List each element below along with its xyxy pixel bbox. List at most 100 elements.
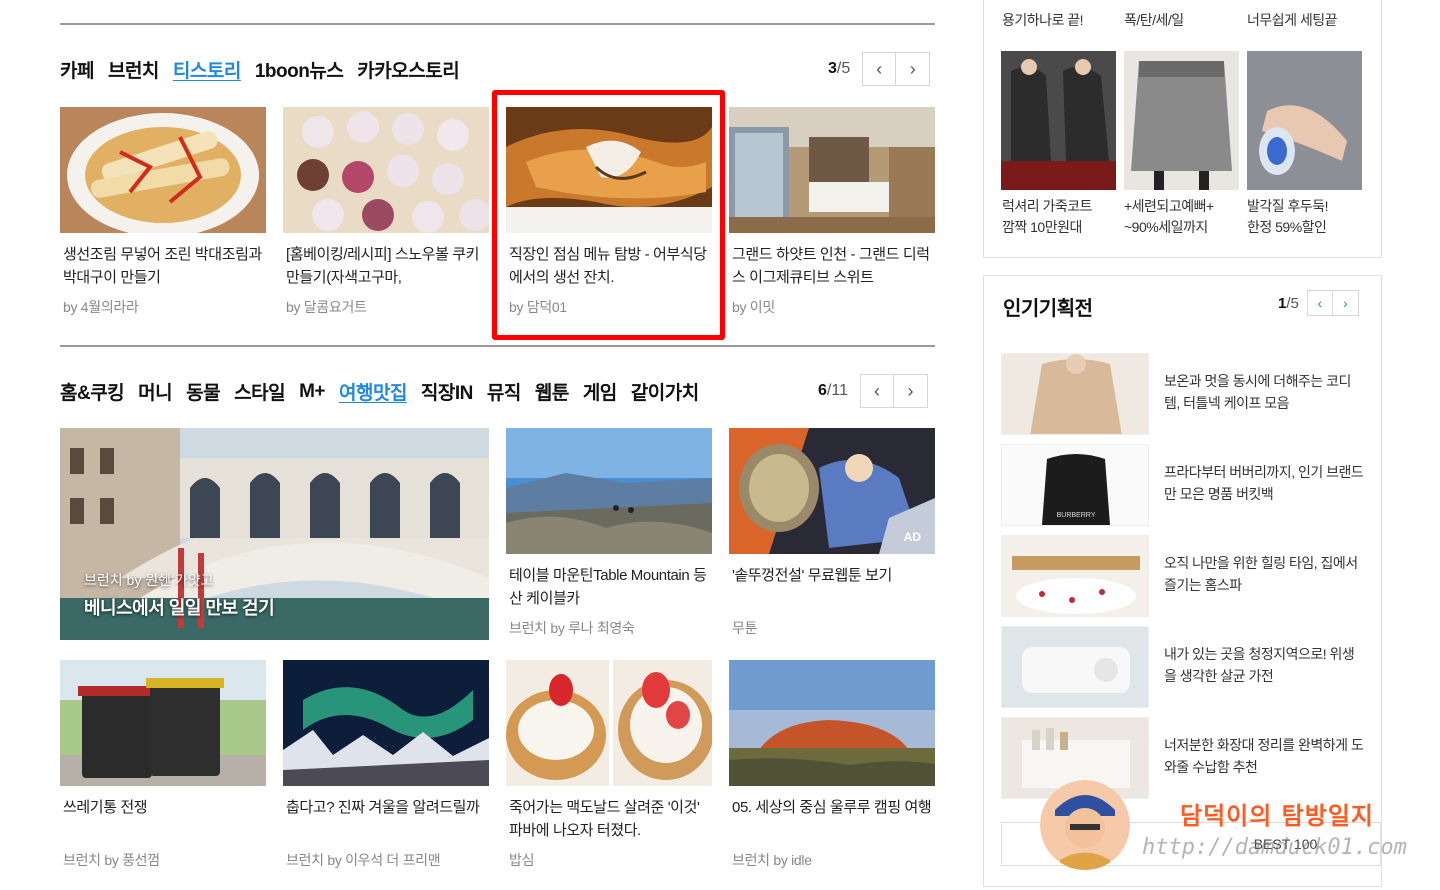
card-thumbnail bbox=[60, 107, 266, 233]
tab-music[interactable]: 뮤직 bbox=[487, 378, 521, 405]
section1-tabs: 카페 브런치 티스토리 1boon뉴스 카카오스토리 bbox=[60, 56, 473, 83]
card-title: 쓰레기통 전쟁 bbox=[63, 799, 148, 816]
story-card[interactable]: 생선조림 무넣어 조린 박대조림과 박대구이 만들기 by 4월의라라 bbox=[60, 107, 266, 317]
tab-cafe[interactable]: 카페 bbox=[60, 56, 94, 83]
ad-card[interactable]: AD '솥뚜껑전설' 무료웹툰 보기 무툰 bbox=[729, 428, 935, 638]
shopping-item-text[interactable]: +세련되고예뻐+ ~90%세일까지 bbox=[1124, 196, 1214, 238]
tab-home-cooking[interactable]: 홈&쿠킹 bbox=[60, 378, 125, 405]
shopping-item-line1: +세련되고예뻐+ bbox=[1124, 198, 1214, 214]
tab-brunch[interactable]: 브런치 bbox=[108, 56, 159, 83]
prev-button[interactable]: ‹ bbox=[1306, 290, 1333, 316]
tab-style[interactable]: 스타일 bbox=[234, 378, 285, 405]
tab-kakaostory[interactable]: 카카오스토리 bbox=[357, 56, 459, 83]
story-card[interactable]: [홈베이킹/레시피] 스노우볼 쿠키 만들기(자색고구마, by 달콤요거트 bbox=[283, 107, 489, 317]
popular-item[interactable]: 너저분한 화장대 정리를 완벽하게 도와줄 수납함 추천 bbox=[1001, 717, 1381, 799]
section1-page-count: 3/5 bbox=[828, 60, 850, 78]
next-button[interactable]: › bbox=[1332, 290, 1359, 316]
card-thumbnail: AD bbox=[729, 428, 935, 554]
tab-tistory[interactable]: 티스토리 bbox=[173, 56, 241, 83]
story-card[interactable]: 쓰레기통 전쟁 브런치 by 풍선껌 bbox=[60, 660, 266, 870]
page-total: /11 bbox=[826, 382, 848, 399]
chevron-right-icon: › bbox=[907, 380, 914, 401]
card-author: 브런치 by 이우석 더 프리맨 bbox=[286, 852, 441, 868]
featured-author: 브런치 by 원헨 가얏고 bbox=[84, 572, 214, 588]
tab-travel-food[interactable]: 여행맛집 bbox=[339, 378, 407, 405]
page-total: /5 bbox=[1286, 294, 1299, 312]
story-card[interactable]: 죽어가는 맥도날드 살려준 '이것' 파바에 나오자 터졌다. 밥심 bbox=[506, 660, 712, 870]
card-thumbnail bbox=[283, 107, 489, 233]
card-author: 밥심 bbox=[509, 852, 535, 868]
popular-item[interactable]: 내가 있는 곳을 청정지역으로! 위생을 생각한 살균 가전 bbox=[1001, 626, 1381, 708]
section2-pager: 6/11 ‹ › bbox=[818, 374, 928, 408]
popular-item[interactable]: BURBERRY 프라다부터 버버리까지, 인기 브랜드만 모은 명품 버킷백 bbox=[1001, 444, 1381, 526]
chevron-right-icon: › bbox=[1343, 295, 1348, 311]
popular-item-text: 오직 나만을 위한 힐링 타임, 집에서 즐기는 홈스파 bbox=[1164, 555, 1358, 593]
story-card[interactable]: 05. 세상의 중심 울루루 캠핑 여행 브런치 by idle bbox=[729, 660, 935, 870]
popular-thumbnail bbox=[1001, 353, 1149, 435]
popular-pager: 1/5 ‹ › bbox=[1278, 290, 1359, 316]
chevron-left-icon: ‹ bbox=[873, 380, 880, 401]
popular-title: 인기기획전 bbox=[1003, 298, 1093, 320]
card-title: 생선조림 무넣어 조린 박대조림과 박대구이 만들기 bbox=[63, 246, 262, 286]
prev-button[interactable]: ‹ bbox=[862, 52, 897, 86]
ad-badge: AD bbox=[903, 530, 921, 544]
card-thumbnail bbox=[729, 660, 935, 786]
section2-top-divider bbox=[60, 345, 935, 347]
watermark-title: 담덕이의 탐방일지 bbox=[1180, 801, 1374, 830]
featured-story[interactable]: 브런치 by 원헨 가얏고 베니스에서 일일 만보 걷기 bbox=[60, 428, 489, 640]
shopping-thumbnail[interactable] bbox=[1247, 51, 1362, 190]
tab-work-in[interactable]: 직장IN bbox=[421, 378, 473, 405]
chevron-left-icon: ‹ bbox=[1317, 295, 1323, 311]
shopping-item-text[interactable]: 발각질 후두둑! 한정 59%할인 bbox=[1247, 196, 1329, 238]
tab-animals[interactable]: 동물 bbox=[186, 378, 220, 405]
shopping-thumbnail[interactable] bbox=[1001, 51, 1116, 190]
shopping-item-text[interactable]: 럭셔리 가죽코트 깜짝 10만원대 bbox=[1002, 196, 1093, 238]
shopping-thumbnail[interactable] bbox=[1124, 51, 1239, 190]
tab-money[interactable]: 머니 bbox=[138, 378, 172, 405]
next-button[interactable]: › bbox=[896, 52, 931, 86]
section2-page-count: 6/11 bbox=[818, 382, 848, 400]
card-title: [홈베이킹/레시피] 스노우볼 쿠키 만들기(자색고구마, bbox=[286, 246, 480, 286]
popular-item[interactable]: 보온과 멋을 동시에 더해주는 코디템, 터틀넥 케이프 모음 bbox=[1001, 353, 1381, 435]
shopping-top-text: 너무쉽게 세팅끝 bbox=[1247, 12, 1338, 28]
shopping-item-line1: 럭셔리 가죽코트 bbox=[1002, 198, 1093, 214]
popular-page-count: 1/5 bbox=[1278, 295, 1299, 312]
next-button[interactable]: › bbox=[893, 374, 928, 408]
story-card[interactable]: 춥다고? 진짜 겨울을 알려드릴까 브런치 by 이우석 더 프리맨 bbox=[283, 660, 489, 870]
card-thumbnail bbox=[506, 428, 712, 554]
popular-item-text: 너저분한 화장대 정리를 완벽하게 도와줄 수납함 추천 bbox=[1164, 737, 1364, 775]
section1-top-divider bbox=[60, 23, 935, 25]
popular-item-text: 프라다부터 버버리까지, 인기 브랜드만 모은 명품 버킷백 bbox=[1164, 464, 1364, 502]
card-title: 죽어가는 맥도날드 살려준 '이것' 파바에 나오자 터졌다. bbox=[509, 799, 700, 839]
tab-1boon-news[interactable]: 1boon뉴스 bbox=[255, 56, 344, 83]
card-title: 춥다고? 진짜 겨울을 알려드릴까 bbox=[286, 799, 480, 816]
prev-button[interactable]: ‹ bbox=[859, 374, 894, 408]
popular-item[interactable]: 오직 나만을 위한 힐링 타임, 집에서 즐기는 홈스파 bbox=[1001, 535, 1381, 617]
popular-thumbnail bbox=[1001, 535, 1149, 617]
card-thumbnail bbox=[283, 660, 489, 786]
highlight-box bbox=[492, 90, 725, 340]
tab-game[interactable]: 게임 bbox=[583, 378, 617, 405]
shopping-top-text: 용기하나로 끝! bbox=[1002, 12, 1084, 28]
section2-tabs: 홈&쿠킹 머니 동물 스타일 M+ 여행맛집 직장IN 뮤직 웹툰 게임 같이가… bbox=[60, 378, 713, 405]
card-thumbnail bbox=[729, 107, 935, 233]
card-author: 무툰 bbox=[732, 620, 758, 636]
card-thumbnail bbox=[506, 660, 712, 786]
tab-m-plus[interactable]: M+ bbox=[299, 381, 325, 403]
featured-title: 베니스에서 일일 만보 걷기 bbox=[84, 598, 275, 618]
bag-brand-label: BURBERRY bbox=[1057, 512, 1096, 519]
page-total: /5 bbox=[836, 60, 851, 77]
card-thumbnail bbox=[60, 660, 266, 786]
card-title: 테이블 마운틴Table Mountain 등산 케이블카 bbox=[509, 567, 707, 607]
tab-together-value[interactable]: 같이가치 bbox=[631, 378, 699, 405]
card-title: 그랜드 하얏트 인천 - 그랜드 디럭스 이그제큐티브 스위트 bbox=[732, 246, 930, 286]
story-card[interactable]: 그랜드 하얏트 인천 - 그랜드 디럭스 이그제큐티브 스위트 by 이밋 bbox=[729, 107, 935, 317]
page-current: 6 bbox=[818, 382, 827, 399]
popular-thumbnail bbox=[1001, 626, 1149, 708]
shopping-top-text: 폭/탄/세/일 bbox=[1124, 12, 1184, 28]
section1-pager: 3/5 ‹ › bbox=[828, 52, 931, 86]
chevron-right-icon: › bbox=[909, 58, 916, 79]
shopping-item-line2: 한정 59%할인 bbox=[1247, 219, 1327, 235]
tab-webtoon[interactable]: 웹툰 bbox=[535, 378, 569, 405]
story-card[interactable]: 테이블 마운틴Table Mountain 등산 케이블카 브런치 by 루나 … bbox=[506, 428, 712, 638]
